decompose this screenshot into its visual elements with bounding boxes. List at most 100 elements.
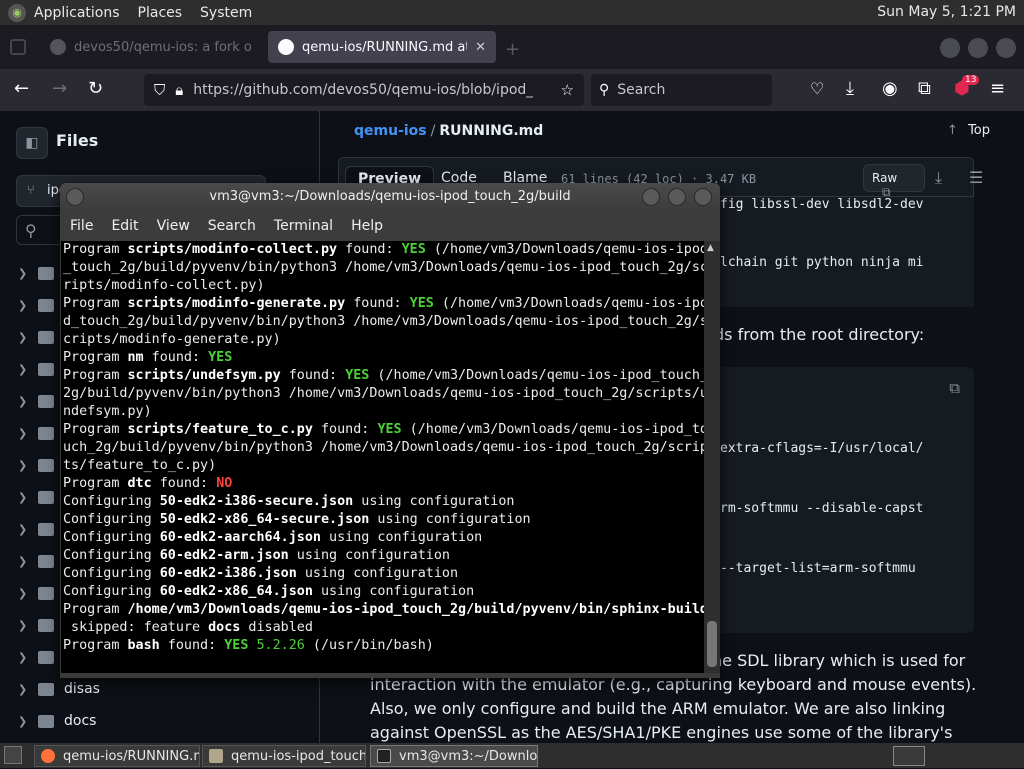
menu-view[interactable]: View — [157, 218, 190, 234]
terminal-titlebar[interactable]: vm3@vm3:~/Downloads/qemu-ios-ipod_touch_… — [60, 183, 720, 211]
menu-applications[interactable]: Applications — [34, 5, 120, 21]
new-tab-icon[interactable]: + — [505, 39, 520, 60]
terminal-text: _touch_2g/build/pyvenv/bin/python3 /home… — [63, 260, 704, 275]
url-text[interactable]: https://github.com/devos50/qemu-ios/blob… — [193, 82, 533, 98]
forward-icon[interactable]: → — [52, 79, 67, 99]
sidebar-item-folder[interactable]: ❯ — [18, 421, 64, 445]
panel-clock[interactable]: Sun May 5, 1:21 PM — [877, 4, 1016, 20]
terminal-text: found: — [143, 350, 209, 365]
chevron-right-icon[interactable]: ❯ — [18, 363, 38, 376]
minimize-button[interactable] — [642, 188, 660, 206]
sidebar-item-folder[interactable]: ❯ — [18, 453, 64, 477]
search-input[interactable]: ⚲ Search — [591, 74, 772, 106]
download-icon[interactable]: ⤓ — [935, 168, 942, 188]
maximize-window-button[interactable] — [968, 38, 988, 58]
chevron-right-icon[interactable]: ❯ — [18, 555, 38, 568]
chevron-right-icon[interactable]: ❯ — [18, 427, 38, 440]
task-firefox[interactable]: qemu-ios/RUNNING.md at — [34, 745, 200, 767]
task-file-manager[interactable]: qemu-ios-ipod_touch_2g — [202, 745, 366, 767]
outline-list-icon[interactable]: ☰ — [969, 168, 983, 187]
chevron-right-icon[interactable]: ❯ — [18, 651, 38, 664]
arrow-up-icon: ↑ — [947, 123, 958, 138]
raw-button[interactable]: Raw ⧉ — [863, 164, 925, 199]
show-desktop-button[interactable] — [4, 746, 22, 764]
menu-system[interactable]: System — [200, 5, 252, 21]
scroll-up-icon[interactable]: ▲ — [707, 243, 714, 253]
menu-terminal[interactable]: Terminal — [274, 218, 333, 234]
chevron-right-icon[interactable]: ❯ — [18, 459, 38, 472]
minimize-window-button[interactable] — [940, 38, 960, 58]
terminal-text: 50-edk2-i386-secure.json — [159, 494, 354, 509]
sidebar-item-folder[interactable]: ❯ — [18, 517, 64, 541]
chevron-right-icon[interactable]: ❯ — [18, 395, 38, 408]
url-bar[interactable]: ⛉ 🔒︎ https://github.com/devos50/qemu-ios… — [144, 74, 584, 106]
account-icon[interactable]: ◉ — [882, 79, 898, 99]
breadcrumb-repo-link[interactable]: qemu-ios — [354, 123, 427, 139]
sidebar-item-folder[interactable]: ❯ — [18, 357, 64, 381]
chevron-right-icon[interactable]: ❯ — [18, 267, 38, 280]
chevron-right-icon[interactable]: ❯ — [18, 299, 38, 312]
shield-icon[interactable]: ⛉ — [154, 81, 165, 99]
collapse-sidebar-icon[interactable]: ◧ — [16, 127, 48, 159]
workspace-switcher[interactable] — [893, 746, 925, 766]
distro-logo-icon[interactable]: ◉ — [8, 3, 26, 22]
ublock-badge: 13 — [962, 75, 980, 85]
tab-overview-icon[interactable] — [10, 39, 26, 55]
github-icon — [278, 39, 294, 55]
chevron-right-icon[interactable]: ❯ — [18, 331, 38, 344]
close-tab-icon[interactable]: ✕ — [475, 40, 486, 55]
menu-help[interactable]: Help — [351, 218, 383, 234]
sidebar-item-folder[interactable]: ❯ — [18, 645, 64, 669]
scrollbar-thumb[interactable] — [707, 621, 717, 667]
terminal-text: dtc — [127, 476, 152, 491]
back-icon[interactable]: ← — [14, 79, 29, 99]
chevron-right-icon[interactable]: ❯ — [18, 523, 38, 536]
lock-icon[interactable]: 🔒︎ — [175, 81, 183, 99]
maximize-button[interactable] — [668, 188, 686, 206]
close-window-button[interactable] — [996, 38, 1016, 58]
chevron-right-icon[interactable]: ❯ — [18, 683, 38, 696]
hamburger-menu-icon[interactable]: ≡ — [990, 79, 1005, 99]
task-terminal[interactable]: vm3@vm3:~/Downloads/qemu — [370, 745, 538, 767]
chevron-right-icon[interactable]: ❯ — [18, 619, 38, 632]
terminal-line: Configuring 60-edk2-i386.json using conf… — [63, 565, 704, 583]
sidebar-item-folder[interactable]: ❯ — [18, 581, 64, 605]
sidebar-item-folder[interactable]: ❯ docs — [18, 709, 96, 733]
terminal-text: (/home/vm3/Downloads/qemu-ios-ipod_to — [401, 422, 704, 437]
menu-places[interactable]: Places — [138, 5, 183, 21]
copy-icon[interactable]: ⧉ — [949, 379, 960, 397]
top-link[interactable]: ↑ Top — [947, 123, 990, 138]
top-panel: ◉ Applications Places System Sun May 5, … — [0, 0, 1024, 25]
menu-file[interactable]: File — [70, 218, 93, 234]
close-button[interactable] — [694, 188, 712, 206]
menu-search[interactable]: Search — [208, 218, 256, 234]
chevron-right-icon[interactable]: ❯ — [18, 491, 38, 504]
folder-icon — [38, 650, 54, 664]
bookmark-star-icon[interactable]: ☆ — [561, 81, 574, 99]
sidebar-item-folder[interactable]: ❯ — [18, 325, 64, 349]
terminal-window[interactable]: vm3@vm3:~/Downloads/qemu-ios-ipod_touch_… — [60, 183, 720, 678]
sidebar-item-folder[interactable]: ❯ — [18, 389, 64, 413]
terminal-scrollbar[interactable]: ▲ — [704, 241, 720, 673]
pocket-icon[interactable]: ♡ — [810, 79, 824, 99]
menu-edit[interactable]: Edit — [111, 218, 138, 234]
extensions-icon[interactable]: ⧉ — [918, 79, 931, 99]
sidebar-item-folder[interactable]: ❯ disas — [18, 677, 100, 701]
sidebar-item-folder[interactable]: ❯ — [18, 485, 64, 509]
window-menu-button[interactable] — [66, 188, 84, 206]
terminal-text: (/home/vm3/Downloads/qemu-ios-ipod — [425, 242, 704, 257]
sidebar-item-folder[interactable]: ❯ — [18, 293, 64, 317]
terminal-output[interactable]: Program scripts/modinfo-collect.py found… — [61, 241, 704, 673]
sidebar-item-folder[interactable]: ❯ — [18, 613, 64, 637]
terminal-line: skipped: feature docs disabled — [63, 619, 704, 637]
chevron-right-icon[interactable]: ❯ — [18, 715, 38, 728]
terminal-text: using configuration — [369, 512, 531, 527]
tab-inactive[interactable]: devos50/qemu-ios: a fork of QEMU — [40, 31, 262, 63]
chevron-right-icon[interactable]: ❯ — [18, 587, 38, 600]
terminal-text: disabled — [240, 620, 313, 635]
sidebar-item-folder[interactable]: ❯ — [18, 261, 64, 285]
tab-active[interactable]: qemu-ios/RUNNING.md at ✕ — [268, 31, 496, 63]
sidebar-item-folder[interactable]: ❯ — [18, 549, 64, 573]
downloads-icon[interactable]: ⤓ — [846, 79, 854, 99]
reload-icon[interactable]: ↻ — [88, 79, 103, 99]
